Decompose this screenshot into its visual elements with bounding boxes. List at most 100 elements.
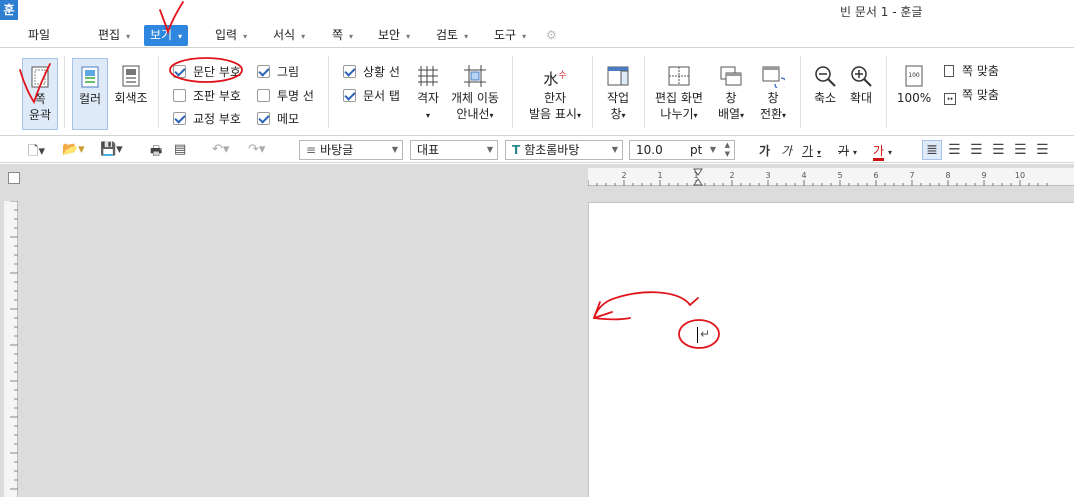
zoom-out-button[interactable]: 축소 [808,64,842,106]
document-page[interactable]: ↵ [588,202,1074,497]
align-center-icon[interactable]: ☰ [970,142,983,158]
grayscale-page-icon [122,65,140,87]
undo-icon[interactable]: ↶▾ [212,142,229,157]
save-icon[interactable]: 💾▾ [100,142,123,157]
distribute-icon[interactable]: ☰ [1014,142,1027,158]
chevron-down-icon: ▾ [817,148,822,157]
format-toolbar: 🗋▾ 📂▾ 💾▾ 🖶 ▤ ↶▾ ↷▾ ≡ 바탕글 ▼ 대표 ▼ T 함초롬바탕 ▼ 10.… [0,137,1074,163]
fit-page-icon: ↔ [944,93,956,105]
redo-icon[interactable]: ↷▾ [248,142,265,157]
doc-tab-checkbox[interactable]: 문서 탭 [343,88,400,104]
ruler-corner-icon[interactable] [8,172,20,184]
divide-align-icon[interactable]: ☰ [1036,142,1049,158]
horizontal-ruler-ticks: 2 1 1 2 3 4 5 6 7 8 9 10 [587,168,1048,186]
image-checkbox[interactable]: 그림 [257,64,299,80]
vertical-ruler[interactable] [4,200,18,497]
chevron-down-icon: ▼ [611,145,618,154]
horizontal-ruler[interactable]: 2 1 1 2 3 4 5 6 7 8 9 10 [587,168,1074,186]
fit-width-button[interactable]: 쪽 맞춤 [944,63,999,79]
menu-format[interactable]: 서식 ▾ [273,26,305,46]
menu-security[interactable]: 보안 ▾ [378,26,410,46]
bold-button[interactable]: 가 [759,142,770,159]
split-view-button[interactable]: 편집 화면 나누기▾ [652,64,706,124]
ruler-label: 10 [1015,171,1025,180]
page-outline-button[interactable]: 쪽 윤곽 [22,58,58,130]
style-select[interactable]: ≡ 바탕글 ▼ [299,140,403,160]
zoom-100-button[interactable]: 100 100% [894,64,934,106]
italic-button[interactable]: 가 [781,142,792,159]
chevron-down-icon: ▾ [178,32,183,41]
ruler-label: 8 [945,171,950,180]
transparent-line-checkbox[interactable]: 투명 선 [257,88,314,104]
menu-review[interactable]: 검토 ▾ [436,26,468,46]
chevron-down-icon: ▾ [782,111,787,120]
object-move-guide-button[interactable]: 개체 이동 안내선▾ [448,64,502,124]
svg-text:100: 100 [908,72,920,79]
status-line-checkbox[interactable]: 상황 선 [343,64,400,80]
work-window-button[interactable]: 작업 창▾ [600,64,636,124]
grid-button[interactable]: 격자 ▾ [412,64,444,124]
menu-tools[interactable]: 도구 ▾ [494,26,526,46]
hanja-pronunciation-button[interactable]: 水수 한자 발음 표시▾ [526,64,584,124]
style-icon: ≡ [306,143,317,157]
ruler-label: 2 [621,171,626,180]
ruler-label: 6 [873,171,878,180]
menu-bar: 파일 편집 ▾ 보기 ▾ 입력 ▾ 서식 ▾ 쪽 ▾ 보안 ▾ 검토 ▾ 도구 ▾ ⚙ [0,22,1074,48]
print-icon[interactable]: 🖶 [150,142,162,164]
layout-mark-checkbox[interactable]: 조판 부호 [173,88,241,104]
zoom-out-icon [815,66,836,87]
checkbox-icon [343,65,356,78]
align-right-icon[interactable]: ☰ [992,142,1005,158]
editor-workspace[interactable]: 2 1 1 2 3 4 5 6 7 8 9 10 ↵ [0,164,1074,497]
color-view-button[interactable]: 컬러 [72,58,108,130]
menu-edit[interactable]: 편집 ▾ [98,26,130,46]
separator [592,56,593,128]
window-title: 빈 문서 1 - 훈글 [840,5,923,19]
chevron-down-icon: ▾ [853,148,858,157]
justify-align-icon[interactable]: ≣ [922,140,942,160]
chevron-down-icon: ▾ [406,32,411,41]
zoom-100-page-icon: 100 [905,65,923,87]
proof-mark-checkbox[interactable]: 교정 부호 [173,111,241,127]
menu-file[interactable]: 파일 [28,26,50,46]
menu-page[interactable]: 쪽 ▾ [332,26,353,46]
app-logo-icon[interactable]: 훈 [0,0,18,20]
separator [886,56,887,128]
font-select[interactable]: T 함초롬바탕 ▼ [505,140,623,160]
menu-insert[interactable]: 입력 ▾ [215,26,247,46]
fit-page-button[interactable]: ↔ 쪽 맞춤 [944,87,999,105]
separator [800,56,801,128]
grayscale-button[interactable]: 회색조 [112,64,150,106]
chevron-down-icon: ▾ [740,111,745,120]
vertical-ruler-ticks [10,200,18,490]
chevron-down-icon: ▾ [621,111,626,120]
strikethrough-button[interactable]: 가 ▾ [838,142,857,159]
spinner-icon[interactable]: ▲ ▼ [725,141,730,159]
window-panel-icon [607,66,629,86]
extension-icon[interactable]: ⚙ [546,26,557,46]
new-document-icon[interactable]: 🗋▾ [28,142,45,164]
checkbox-icon [173,65,186,78]
chevron-down-icon: ▾ [126,32,131,41]
open-folder-icon[interactable]: 📂▾ [62,142,85,157]
chevron-down-icon: ▼ [486,145,493,154]
chevron-down-icon: ▼ [391,145,398,154]
para-mark-checkbox[interactable]: 문단 부호 [173,64,241,80]
font-size-input[interactable]: 10.0 pt ▼ ▲ ▼ [629,140,735,160]
chevron-down-icon: ▾ [425,111,430,120]
font-type-icon: T [512,143,521,157]
language-select[interactable]: 대표 ▼ [410,140,498,160]
align-left-icon[interactable]: ☰ [948,142,961,158]
checkbox-icon [257,89,270,102]
memo-checkbox[interactable]: 메모 [257,111,299,127]
underline-button[interactable]: 가 ▾ [802,142,821,159]
switch-window-button[interactable]: 창 전환▾ [754,64,792,124]
preview-icon[interactable]: ▤ [174,142,186,157]
ruler-label: 7 [909,171,914,180]
checkbox-icon [173,112,186,125]
menu-view[interactable]: 보기 ▾ [144,25,189,46]
zoom-in-button[interactable]: 확대 [844,64,878,106]
checkbox-icon [343,89,356,102]
arrange-window-button[interactable]: 창 배열▾ [712,64,750,124]
font-color-button[interactable]: 가 ▾ [873,142,892,161]
